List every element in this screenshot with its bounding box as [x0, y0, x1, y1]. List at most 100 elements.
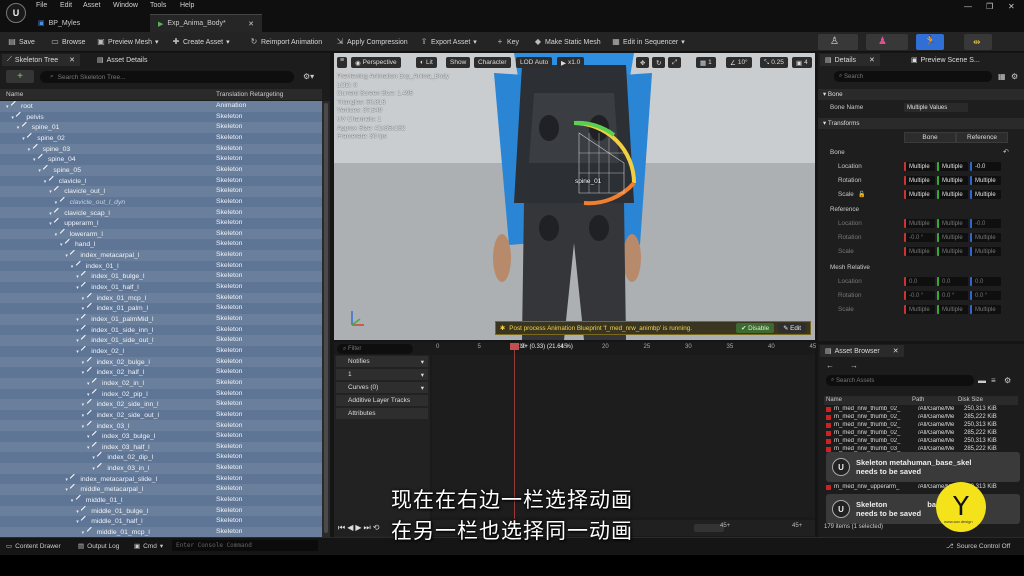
chevron-down-icon[interactable]: ▾ [421, 371, 424, 379]
skeleton-mode-button[interactable]: ♙ [818, 34, 858, 50]
tree-row[interactable]: ▾ clavicle_out_l Skeleton [0, 185, 322, 197]
bone-rotation-field[interactable]: Multiple [904, 176, 935, 185]
asset-row[interactable]: m_med_nrw_thumb_02_ /All/Game/Me 285,222 K… [824, 430, 1014, 438]
settings-icon[interactable]: ⚙ [1011, 72, 1018, 81]
apply-compression-button[interactable]: ⇲ Apply Compression [336, 36, 408, 48]
retarget-mode-dropdown[interactable]: Skeleton [216, 379, 242, 386]
section-bone[interactable]: ▾ Bone [818, 89, 1024, 100]
details-search-input[interactable]: ⌕ Search [834, 71, 992, 82]
tree-row[interactable]: ▾ index_03_half_l Skeleton [0, 441, 322, 453]
retarget-mode-dropdown[interactable]: Skeleton [216, 304, 242, 311]
tree-row[interactable]: ▾ lowerarm_l Skeleton [0, 228, 322, 240]
retarget-mode-dropdown[interactable]: Skeleton [216, 134, 242, 141]
retarget-mode-dropdown[interactable]: Skeleton [216, 145, 242, 152]
retarget-mode-dropdown[interactable]: Skeleton [216, 294, 242, 301]
reference-space-toggle[interactable]: Reference [956, 132, 1008, 143]
asset-row[interactable]: m_med_nrw_thumb_02_ /All/Game/Me 250,313 K… [824, 422, 1014, 430]
tree-row[interactable]: ▾ index_02_pip_l Skeleton [0, 388, 322, 400]
close-icon[interactable]: ✕ [1008, 2, 1015, 11]
angle-snap-button[interactable]: ∠ 10° [726, 57, 752, 68]
mesh-scale-field[interactable]: Multiple [904, 305, 935, 314]
ref-scale-field[interactable]: Multiple [904, 247, 935, 256]
tree-row[interactable]: ▾ upperarm_l Skeleton [0, 217, 322, 229]
tree-row[interactable]: ▾ index_02_side_out_l Skeleton [0, 409, 322, 421]
browse-button[interactable]: ▭ Browse [51, 36, 85, 48]
mesh-rotation-field[interactable]: 0.0 ° [937, 291, 968, 300]
show-button[interactable]: Show [446, 57, 471, 68]
rotate-tool[interactable]: ↻ [652, 57, 666, 68]
retarget-mode-dropdown[interactable]: Skeleton [216, 411, 242, 418]
tree-row[interactable]: ▾ index_02_dip_l Skeleton [0, 452, 322, 464]
camera-speed-button[interactable]: ▣ 4 [792, 57, 812, 68]
track-notifies[interactable]: Notifies ▾ [336, 356, 428, 367]
export-asset-button[interactable]: ⇪ Export Asset ▾ [420, 36, 477, 48]
back-arrow-icon[interactable]: ← [826, 361, 834, 370]
mesh-mode-button[interactable]: ♟ [866, 34, 908, 50]
settings-icon[interactable]: ⚙ [1004, 376, 1011, 385]
retarget-mode-dropdown[interactable]: Skeleton [216, 432, 242, 439]
bone-rotation-field[interactable]: Multiple [937, 176, 968, 185]
menu-help[interactable]: Help [180, 2, 194, 9]
menu-edit[interactable]: Edit [60, 2, 72, 9]
tree-scroll-thumb[interactable] [324, 103, 328, 533]
animation-mode-button[interactable]: 🏃 [916, 34, 944, 50]
ref-rotation-field[interactable]: Multiple [937, 233, 968, 242]
retarget-mode-dropdown[interactable]: Skeleton [216, 113, 242, 120]
mesh-location-field[interactable]: 0.0 [970, 277, 1001, 286]
retarget-mode-dropdown[interactable]: Skeleton [216, 230, 242, 237]
bone-space-toggle[interactable]: Bone [904, 132, 956, 143]
retarget-mode-dropdown[interactable]: Skeleton [216, 390, 242, 397]
mesh-rotation-field[interactable]: -0.0 ° [904, 291, 935, 300]
tree-row[interactable]: ▾ spine_05 Skeleton [0, 164, 322, 176]
chevron-down-icon[interactable]: ▾ [421, 358, 424, 366]
bone-location-field[interactable]: -0.0 [970, 162, 1001, 171]
retarget-mode-dropdown[interactable]: Skeleton [216, 400, 242, 407]
retarget-mode-dropdown[interactable]: Skeleton [216, 453, 242, 460]
track-additive-layer[interactable]: Additive Layer Tracks [336, 395, 428, 406]
save-button[interactable]: ▤ Save [8, 36, 35, 48]
asset-row[interactable]: m_med_nrw_thumb_02_ /All/Game/Me 285,222 K… [824, 414, 1014, 422]
retarget-mode-dropdown[interactable]: Skeleton [216, 283, 242, 290]
close-icon[interactable]: ✕ [69, 56, 75, 64]
tree-row[interactable]: ▾ index_01_mcp_l Skeleton [0, 292, 322, 304]
disable-button[interactable]: ✔ Disable [736, 323, 775, 333]
add-button[interactable]: + [6, 70, 34, 83]
tab-preview-scene[interactable]: ▣ Preview Scene S... [906, 54, 985, 66]
retarget-mode-dropdown[interactable]: Skeleton [216, 177, 242, 184]
perspective-button[interactable]: ◉ Perspective [351, 57, 401, 68]
ref-location-field[interactable]: Multiple [937, 219, 968, 228]
retarget-mode-dropdown[interactable]: Skeleton [216, 475, 242, 482]
create-asset-button[interactable]: ✚ Create Asset ▾ [172, 36, 230, 48]
tree-row[interactable]: ▾ spine_02 Skeleton [0, 132, 322, 144]
retarget-mode-dropdown[interactable]: Skeleton [216, 251, 242, 258]
track-notify-1[interactable]: 1 ▾ [336, 369, 428, 380]
tab-skeleton-tree[interactable]: ⟋ Skeleton Tree ✕ [2, 54, 80, 66]
tab-asset-details[interactable]: ▤ Asset Details [92, 54, 152, 66]
save-notification[interactable]: U Skeleton metahuman_base_skel needs to b… [826, 452, 1020, 482]
retarget-mode-dropdown[interactable]: Skeleton [216, 336, 242, 343]
tree-row[interactable]: ▾ index_01_palmMid_l Skeleton [0, 313, 322, 325]
menu-file[interactable]: File [36, 2, 47, 9]
tree-row[interactable]: ▾ index_02_l Skeleton [0, 345, 322, 357]
col-name[interactable]: Name [826, 397, 842, 403]
filter-icon[interactable]: ≡ [991, 376, 996, 385]
retarget-mode-dropdown[interactable]: Skeleton [216, 464, 242, 471]
tree-row[interactable]: ▾ index_metacarpal_l Skeleton [0, 249, 322, 261]
col-name[interactable]: Name [6, 91, 23, 98]
translate-tool[interactable]: ✥ [636, 57, 650, 68]
retarget-mode-dropdown[interactable]: Skeleton [216, 315, 242, 322]
tree-row[interactable]: ▾ spine_01 Skeleton [0, 122, 322, 133]
chevron-down-icon[interactable]: ▾ [421, 384, 424, 392]
tree-row[interactable]: ▾ index_03_bulge_l Skeleton [0, 430, 322, 442]
tree-row[interactable]: ▾ index_01_bulge_l Skeleton [0, 271, 322, 282]
bone-scale-field[interactable]: Multiple [904, 190, 935, 199]
bone-location-field[interactable]: Multiple [904, 162, 935, 171]
tab-close-icon[interactable]: ✕ [248, 20, 254, 28]
mesh-location-field[interactable]: 0.0 [937, 277, 968, 286]
make-static-mesh-button[interactable]: ◆ Make Static Mesh [534, 36, 601, 48]
tree-row[interactable]: ▾ clavicle_out_l_dyn Skeleton [0, 196, 322, 208]
retarget-mode-dropdown[interactable]: Skeleton [216, 198, 242, 205]
minimize-icon[interactable]: — [964, 2, 972, 11]
retarget-mode-dropdown[interactable]: Skeleton [216, 368, 242, 375]
tab-exp-anima-body[interactable]: ▶ Exp_Anima_Body* ✕ [150, 14, 262, 32]
